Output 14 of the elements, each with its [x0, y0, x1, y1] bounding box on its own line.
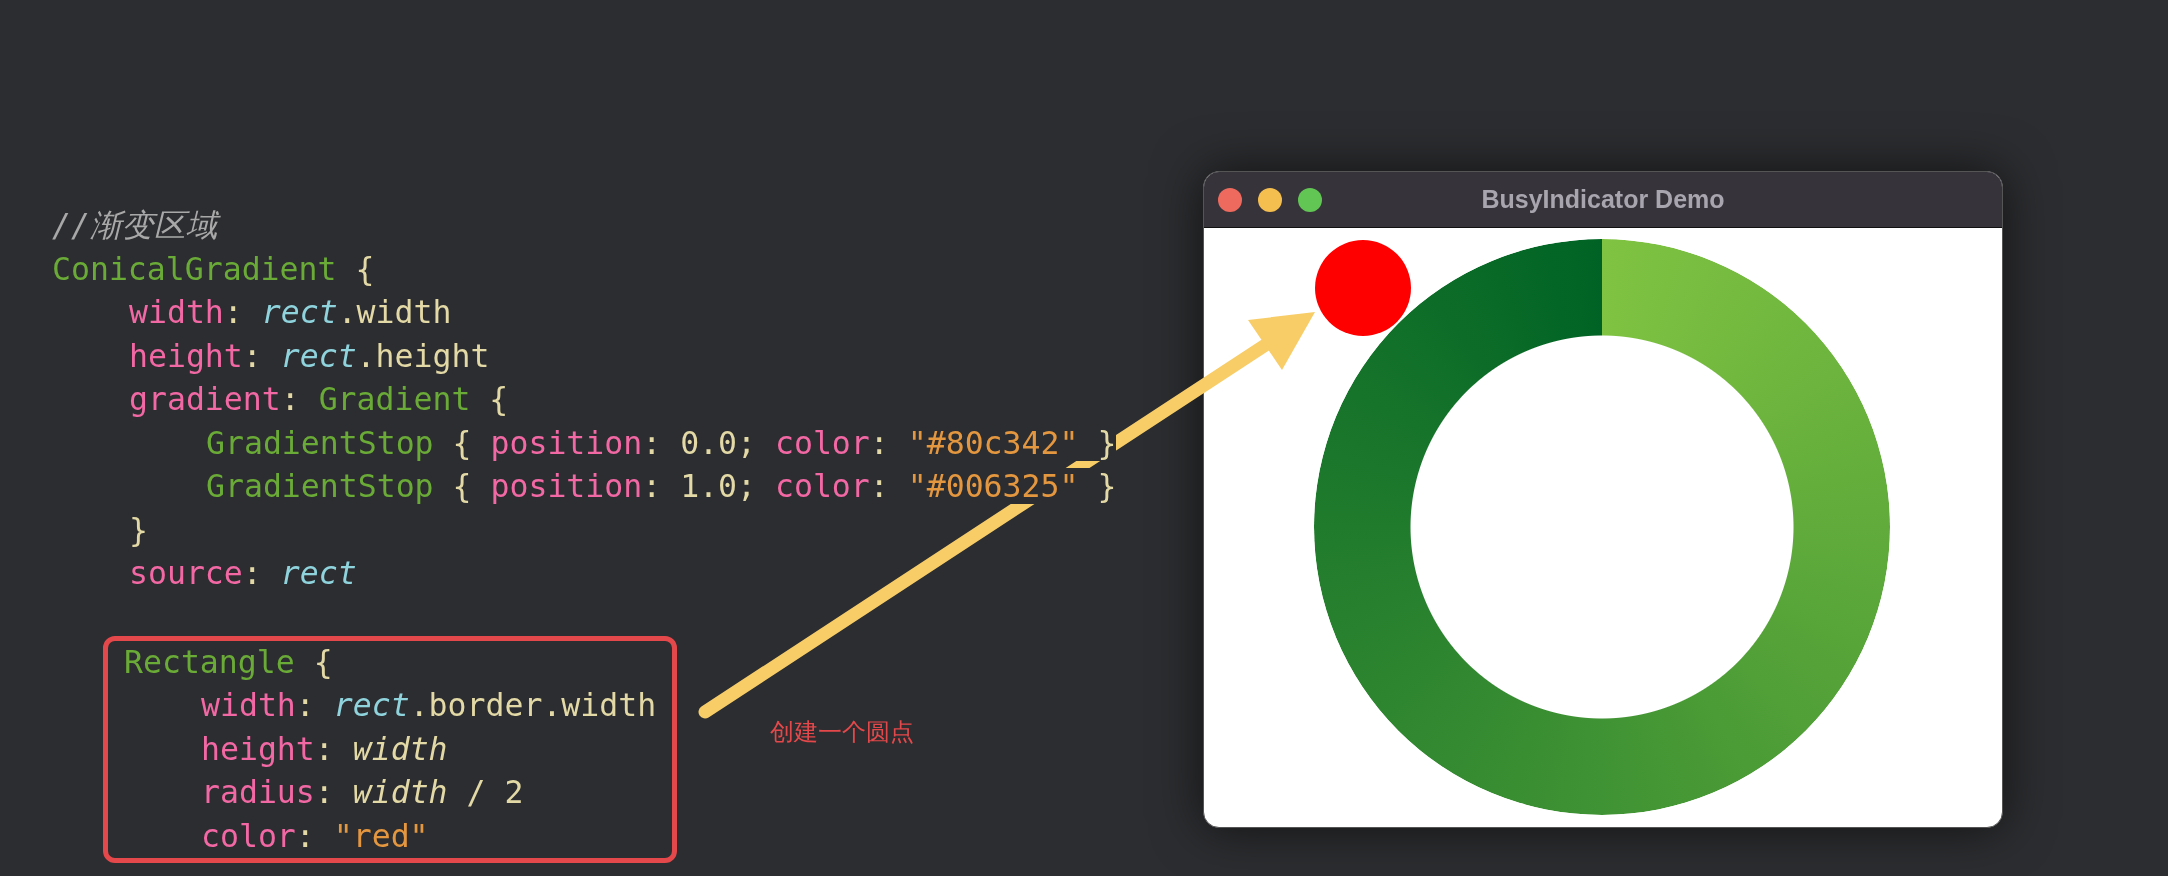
window-title: BusyIndicator Demo: [1481, 185, 1725, 214]
code-line: GradientStop { position: 1.0; color: "#006325" }: [205, 467, 1117, 506]
code-line: radius: width / 2: [200, 773, 524, 812]
code-line: height: width: [200, 729, 448, 769]
code-line: color: "red": [200, 816, 429, 856]
code-line: source: rect: [128, 554, 357, 593]
zoom-button[interactable]: [1298, 187, 1322, 212]
annotation-label: 创建一个圆点: [770, 717, 914, 748]
code-line: GradientStop { position: 0.0; color: "#80c342" }: [205, 423, 1117, 463]
code-line: gradient: Gradient {: [128, 380, 509, 419]
close-button[interactable]: [1218, 187, 1242, 212]
code-line: width: rect.width: [128, 293, 452, 332]
minimize-button[interactable]: [1258, 187, 1282, 212]
code-line: height: rect.height: [128, 336, 490, 376]
